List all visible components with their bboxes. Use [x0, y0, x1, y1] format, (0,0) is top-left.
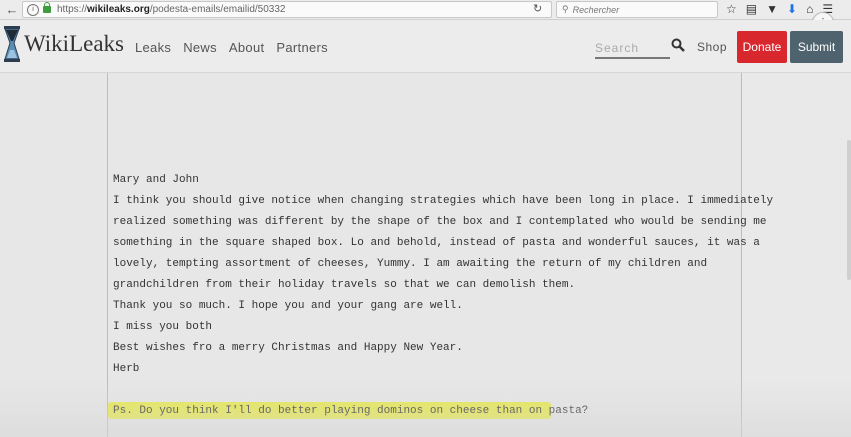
email-line: Mary and John	[113, 174, 199, 186]
brand-name[interactable]: WikiLeaks	[24, 31, 124, 57]
scrollbar-thumb[interactable]	[847, 140, 851, 280]
lock-icon	[43, 2, 51, 13]
email-line: something in the square shaped box. Lo a…	[113, 237, 760, 249]
submit-button[interactable]: Submit	[790, 31, 843, 63]
donate-button[interactable]: Donate	[737, 31, 787, 63]
email-content-area	[0, 73, 851, 437]
left-divider	[107, 73, 108, 437]
main-nav: Leaks News About Partners	[135, 40, 328, 55]
site-header: WikiLeaks Leaks News About Partners Sear…	[0, 20, 851, 73]
reading-list-icon[interactable]: ▤	[746, 2, 757, 16]
email-line: Best wishes fro a merry Christmas and Ha…	[113, 342, 463, 354]
url-bar[interactable]: i https://wikileaks.org/podesta-emails/e…	[22, 1, 552, 18]
right-divider	[741, 73, 742, 437]
email-line: realized something was different by the …	[113, 216, 767, 228]
email-ps-line: Ps. Do you think I'll do better playing …	[113, 405, 589, 417]
email-line: Thank you so much. I hope you and your g…	[113, 300, 463, 312]
email-line: I think you should give notice when chan…	[113, 195, 774, 207]
site-search-input[interactable]: Search	[595, 35, 670, 59]
nav-item-about[interactable]: About	[229, 40, 264, 55]
back-icon[interactable]: ←	[4, 2, 20, 18]
browser-search-placeholder: Rechercher	[572, 4, 620, 15]
email-line: grandchildren from their holiday travels…	[113, 279, 576, 291]
download-icon[interactable]: ⬇	[787, 2, 797, 16]
right-gutter	[742, 73, 851, 437]
search-icon: ⚲	[562, 4, 569, 14]
wikileaks-hourglass-logo[interactable]	[3, 26, 21, 63]
email-line: Herb	[113, 363, 140, 375]
search-icon[interactable]	[671, 38, 685, 52]
pocket-icon[interactable]: ▼	[766, 2, 778, 16]
url-text: https://wikileaks.org/podesta-emails/ema…	[57, 4, 286, 15]
nav-item-news[interactable]: News	[183, 40, 217, 55]
browser-search-input[interactable]: ⚲ Rechercher	[556, 1, 718, 18]
nav-item-partners[interactable]: Partners	[276, 40, 328, 55]
reload-icon[interactable]: ↻	[533, 2, 542, 15]
site-info-icon[interactable]: i	[27, 3, 39, 16]
bookmark-star-icon[interactable]: ☆	[726, 2, 737, 16]
nav-item-leaks[interactable]: Leaks	[135, 40, 171, 55]
email-line: lovely, tempting assortment of cheeses, …	[113, 258, 708, 270]
email-line: I miss you both	[113, 321, 213, 333]
shop-link[interactable]: Shop	[697, 40, 727, 54]
home-icon[interactable]: ⌂	[806, 2, 813, 16]
